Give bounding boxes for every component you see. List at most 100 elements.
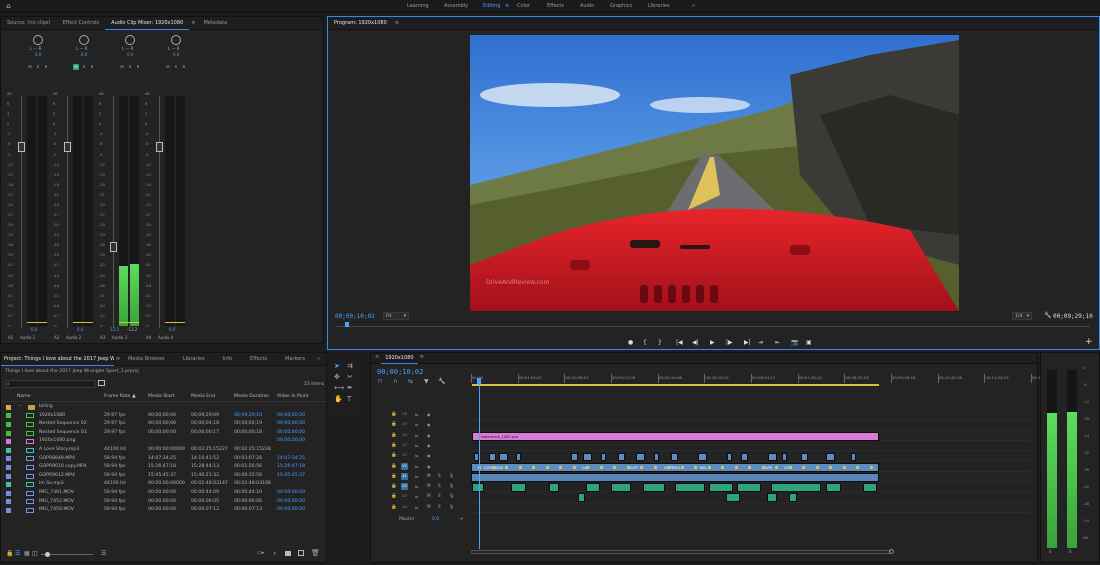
track-output-icon[interactable]: ◉ bbox=[427, 433, 431, 438]
timeline-clip-v1-track[interactable]: GOPR8849GOPGOPGOPR9011IMGGOPRGOP bbox=[471, 462, 879, 472]
program-timecode[interactable]: 00;00;10;02 bbox=[335, 313, 375, 320]
sort-ascending-icon[interactable]: ▲ bbox=[132, 393, 136, 399]
wrench-icon[interactable]: 🔧 bbox=[1044, 312, 1051, 319]
resolution-dropdown[interactable]: 1/4 ▾ bbox=[1012, 312, 1032, 320]
tab-metadata[interactable]: Metadata bbox=[197, 17, 233, 30]
add-marker-button[interactable]: ● bbox=[628, 339, 633, 346]
step-back-button[interactable]: ◀| bbox=[692, 339, 699, 346]
zoom-slider[interactable] bbox=[41, 552, 93, 557]
track-mute-button[interactable]: M bbox=[427, 473, 431, 478]
track-lock-icon[interactable]: 🔒 bbox=[391, 422, 397, 427]
timeline-clip-a3[interactable] bbox=[726, 493, 740, 503]
label-color-swatch[interactable] bbox=[6, 430, 11, 436]
track-voiceover-icon[interactable]: 🎙 bbox=[449, 493, 454, 499]
label-color-swatch[interactable] bbox=[6, 404, 11, 410]
master-value[interactable]: 0.0 bbox=[432, 517, 439, 522]
label-color-swatch[interactable] bbox=[6, 507, 11, 513]
timeline-clip-v2[interactable] bbox=[741, 453, 748, 462]
track-m-button[interactable]: M bbox=[165, 64, 171, 70]
track-select-tool-icon[interactable]: ⇉ bbox=[347, 362, 353, 370]
track-sync-icon[interactable]: ⇋ bbox=[415, 433, 418, 438]
tab-libraries[interactable]: Libraries bbox=[171, 353, 211, 366]
label-color-swatch[interactable] bbox=[6, 447, 11, 453]
new-bin-icon[interactable] bbox=[98, 380, 105, 386]
list-item[interactable]: IMG_7459.MOV 59.94 fps 00:00:00:00 00:00:07… bbox=[1, 506, 326, 515]
track-r-button[interactable]: R bbox=[43, 64, 49, 70]
list-item[interactable]: GOPR8849.MP4 59.94 fps 14:07:34:25 14:10:41… bbox=[1, 455, 326, 464]
track-sync-icon[interactable]: ⇋ bbox=[415, 494, 418, 499]
track-m-button[interactable]: M bbox=[27, 64, 33, 70]
playhead-icon[interactable] bbox=[345, 322, 349, 327]
tab-sequence[interactable]: 1920x1080 bbox=[381, 353, 418, 364]
track-output-icon[interactable]: ◉ bbox=[427, 443, 431, 448]
track-output-icon[interactable]: ◉ bbox=[427, 453, 431, 458]
more-workspaces-button[interactable]: » bbox=[692, 0, 695, 13]
fader-handle[interactable] bbox=[18, 142, 25, 152]
track-target[interactable]: V3 bbox=[401, 442, 408, 449]
track-r-button[interactable]: R bbox=[89, 64, 95, 70]
fader-handle[interactable] bbox=[110, 242, 117, 252]
go-to-out-button[interactable]: ▶| bbox=[744, 339, 751, 346]
track-lock-icon[interactable]: 🔒 bbox=[391, 494, 397, 499]
timeline-clip-v2[interactable] bbox=[618, 453, 625, 462]
track-sync-icon[interactable]: ⇋ bbox=[415, 484, 418, 489]
fader-handle[interactable] bbox=[156, 142, 163, 152]
list-item[interactable]: › billing bbox=[1, 403, 326, 412]
compare-view-button[interactable]: ▣ bbox=[806, 339, 812, 346]
timeline-clip-a2[interactable] bbox=[771, 483, 821, 493]
track-target[interactable]: A1 bbox=[401, 472, 408, 480]
razor-tool-icon[interactable]: ✂ bbox=[347, 373, 353, 381]
timeline-clip-v2[interactable] bbox=[489, 453, 496, 462]
pan-value[interactable]: 0.0 bbox=[127, 52, 133, 57]
timeline-settings-icon[interactable]: 🔧 bbox=[438, 378, 445, 385]
fader-handle[interactable] bbox=[64, 142, 71, 152]
timeline-clip-v2[interactable] bbox=[636, 453, 645, 462]
track-mute-button[interactable]: M bbox=[427, 504, 431, 509]
program-menu-icon[interactable]: ≡ bbox=[393, 17, 401, 30]
timeline-clip-v2[interactable] bbox=[571, 453, 578, 462]
pen-tool-icon[interactable]: ✒ bbox=[347, 384, 353, 392]
work-area-bar[interactable] bbox=[472, 384, 879, 386]
delete-icon[interactable]: 🗑 bbox=[311, 549, 320, 557]
label-color-swatch[interactable] bbox=[6, 456, 11, 462]
track-m-button[interactable]: M bbox=[119, 64, 125, 70]
column-header[interactable]: Media Start bbox=[148, 394, 174, 399]
track-sync-icon[interactable]: ⇋ bbox=[415, 412, 418, 417]
timeline-clip-a2[interactable] bbox=[472, 483, 484, 493]
track-lock-icon[interactable]: 🔒 bbox=[391, 412, 397, 417]
type-tool-icon[interactable]: T bbox=[347, 395, 351, 403]
track-solo-button[interactable]: S bbox=[438, 473, 441, 478]
track-lock-icon[interactable]: 🔒 bbox=[391, 443, 397, 448]
timeline-timecode[interactable]: 00;00;10;02 bbox=[377, 368, 423, 376]
new-item-icon[interactable] bbox=[298, 550, 304, 556]
fit-dropdown[interactable]: Fit ▾ bbox=[383, 312, 409, 320]
track-target[interactable]: A2 bbox=[401, 483, 408, 491]
pan-value[interactable]: 0.0 bbox=[35, 52, 41, 57]
workspace-audio[interactable]: Audio bbox=[580, 0, 594, 13]
track-lock-icon[interactable]: 🔒 bbox=[391, 474, 397, 479]
track-output-icon[interactable]: ◉ bbox=[427, 464, 431, 469]
tab-info[interactable]: Info bbox=[211, 353, 238, 366]
more-tabs-button[interactable]: » bbox=[311, 353, 326, 366]
pan-value[interactable]: 0.0 bbox=[81, 52, 87, 57]
project-menu-icon[interactable]: ≡ bbox=[114, 353, 122, 366]
track-target[interactable]: V6 bbox=[401, 411, 408, 418]
pan-knob[interactable] bbox=[33, 35, 43, 45]
timeline-clip-a2[interactable] bbox=[643, 483, 665, 493]
label-color-swatch[interactable] bbox=[6, 421, 11, 427]
track-voiceover-icon[interactable]: 🎙 bbox=[449, 483, 454, 489]
track-target[interactable]: V5 bbox=[401, 421, 408, 428]
fader-track[interactable] bbox=[67, 96, 68, 328]
track-solo-button[interactable]: S bbox=[438, 504, 441, 509]
timeline-clip-v2[interactable] bbox=[768, 453, 777, 462]
track-lock-icon[interactable]: 🔒 bbox=[391, 484, 397, 489]
label-color-swatch[interactable] bbox=[6, 413, 11, 419]
tab-menu-icon[interactable]: ≡ bbox=[189, 17, 197, 30]
slip-tool-icon[interactable]: ⟷ bbox=[334, 384, 344, 392]
track-sync-icon[interactable]: ⇋ bbox=[415, 422, 418, 427]
track-lock-icon[interactable]: 🔒 bbox=[391, 464, 397, 469]
timeline-clip-a2[interactable] bbox=[549, 483, 559, 493]
track-mute-button[interactable]: M bbox=[427, 483, 431, 488]
overwrite-button[interactable]: ⇤ bbox=[775, 339, 780, 346]
mark-in-button[interactable]: { bbox=[643, 339, 647, 346]
